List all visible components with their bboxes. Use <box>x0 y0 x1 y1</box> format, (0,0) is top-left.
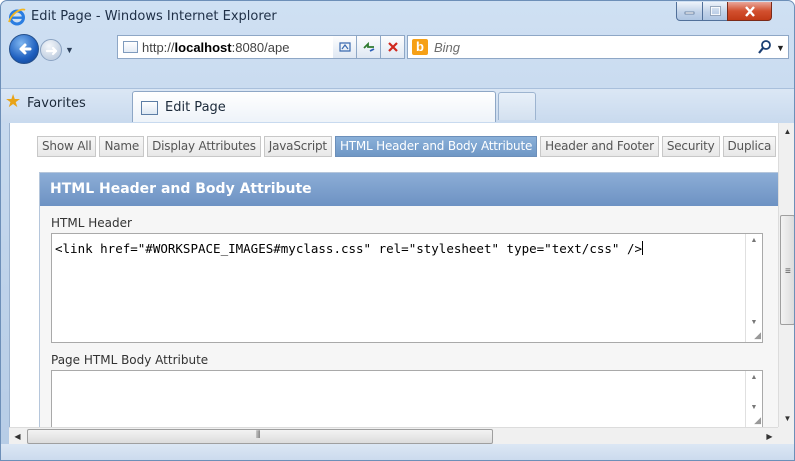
internet-explorer-icon <box>8 8 26 26</box>
back-arrow-icon <box>19 43 32 55</box>
scroll-left-arrow-icon[interactable]: ◀ <box>9 428 26 445</box>
region-header: HTML Header and Body Attribute <box>40 173 778 206</box>
compatibility-view-button[interactable] <box>333 35 357 59</box>
scroll-down-arrow-icon[interactable]: ▼ <box>746 319 762 326</box>
vertical-scroll-thumb[interactable]: ≡ <box>780 215 794 325</box>
minimize-icon <box>684 11 695 15</box>
maximize-button[interactable] <box>702 2 728 21</box>
html-header-region: HTML Header and Body Attribute HTML Head… <box>39 172 778 427</box>
resize-grip-icon[interactable]: ◢ <box>754 415 761 426</box>
horizontal-scroll-thumb[interactable]: ⦀ <box>27 429 493 444</box>
favorites-star-icon: ★ <box>5 91 22 111</box>
page-tab-header-and-footer[interactable]: Header and Footer <box>540 136 659 157</box>
scroll-right-arrow-icon[interactable]: ▶ <box>761 428 778 445</box>
body-attribute-label: Page HTML Body Attribute <box>51 353 209 367</box>
favorites-tab-bar: ★ Favorites Edit Page <box>1 88 794 122</box>
bing-logo-icon: b <box>412 39 428 55</box>
search-icon[interactable] <box>758 39 772 55</box>
page-icon <box>123 41 138 53</box>
html-header-label: HTML Header <box>51 216 132 230</box>
page-viewport: Show All Name Display Attributes JavaScript… <box>9 123 778 427</box>
close-button[interactable] <box>727 2 772 21</box>
page-icon <box>141 101 158 115</box>
stop-icon <box>387 42 398 52</box>
scrollbar-corner <box>778 427 794 444</box>
forward-arrow-icon <box>45 46 58 56</box>
textarea-scrollbar[interactable]: ▲ ▼ <box>745 234 762 342</box>
page-tab-name[interactable]: Name <box>99 136 145 157</box>
page-tab-javascript[interactable]: JavaScript <box>263 136 332 157</box>
new-tab-button[interactable] <box>498 92 536 120</box>
maximize-icon <box>709 6 721 16</box>
refresh-button[interactable] <box>357 35 381 59</box>
body-attribute-textarea[interactable]: ▲ ▼ ◢ <box>51 370 763 427</box>
page-tab-bar: Show All Name Display Attributes JavaScript… <box>37 136 778 157</box>
browser-window: Edit Page - Windows Internet Explorer ▼ … <box>0 0 795 461</box>
back-button[interactable] <box>9 34 39 64</box>
favorites-button[interactable]: ★ Favorites <box>1 89 121 121</box>
html-header-textarea[interactable]: <link href="#WORKSPACE_IMAGES#myclass.cs… <box>51 233 763 343</box>
horizontal-scrollbar[interactable]: ◀ ⦀ ▶ <box>9 427 778 444</box>
status-bar <box>1 444 794 460</box>
region-body: HTML Header <link href="#WORKSPACE_IMAGE… <box>40 206 778 427</box>
minimize-button[interactable] <box>676 2 703 21</box>
scroll-up-arrow-icon[interactable]: ▲ <box>779 123 794 140</box>
navigation-bar: ▼ http://localhost:8080/ape ▼ b Bing ▼ <box>1 31 794 69</box>
page-tab-display-attributes[interactable]: Display Attributes <box>147 136 261 157</box>
title-bar[interactable]: Edit Page - Windows Internet Explorer <box>1 1 794 33</box>
scroll-up-arrow-icon[interactable]: ▲ <box>746 237 762 244</box>
window-title: Edit Page - Windows Internet Explorer <box>31 9 277 24</box>
search-placeholder[interactable]: Bing <box>434 40 460 55</box>
page-tab-security[interactable]: Security <box>661 136 720 157</box>
region-title: HTML Header and Body Attribute <box>50 181 312 197</box>
page-tab-html-header-and-body-attribute[interactable]: HTML Header and Body Attribute <box>334 136 538 157</box>
close-icon <box>744 5 755 17</box>
text-caret <box>642 241 643 255</box>
html-header-value[interactable]: <link href="#WORKSPACE_IMAGES#myclass.cs… <box>55 241 643 256</box>
page-tab-show-all[interactable]: Show All <box>37 136 97 157</box>
tab-label: Edit Page <box>165 100 226 115</box>
address-url[interactable]: http://localhost:8080/ape <box>142 40 342 55</box>
scroll-down-arrow-icon[interactable]: ▼ <box>746 404 762 411</box>
recent-pages-dropdown-icon[interactable]: ▼ <box>65 45 74 55</box>
refresh-icon <box>362 41 374 52</box>
scroll-up-arrow-icon[interactable]: ▲ <box>746 374 762 381</box>
grip-icon: ≡ <box>785 266 791 277</box>
forward-button[interactable] <box>40 39 62 61</box>
scroll-down-arrow-icon[interactable]: ▼ <box>779 410 794 427</box>
search-options-dropdown-icon[interactable]: ▼ <box>776 43 785 53</box>
favorites-label: Favorites <box>27 96 86 111</box>
vertical-scrollbar[interactable]: ▲ ≡ ▼ <box>778 123 794 427</box>
resize-grip-icon[interactable]: ◢ <box>754 330 761 341</box>
compatibility-icon <box>338 42 351 52</box>
page-tab-duplica[interactable]: Duplica <box>722 136 777 157</box>
grip-icon: ⦀ <box>256 430 261 441</box>
tab-edit-page[interactable]: Edit Page <box>132 91 496 122</box>
search-box[interactable]: b Bing ▼ <box>407 35 789 59</box>
stop-button[interactable] <box>381 35 405 59</box>
address-buttons <box>333 35 405 59</box>
